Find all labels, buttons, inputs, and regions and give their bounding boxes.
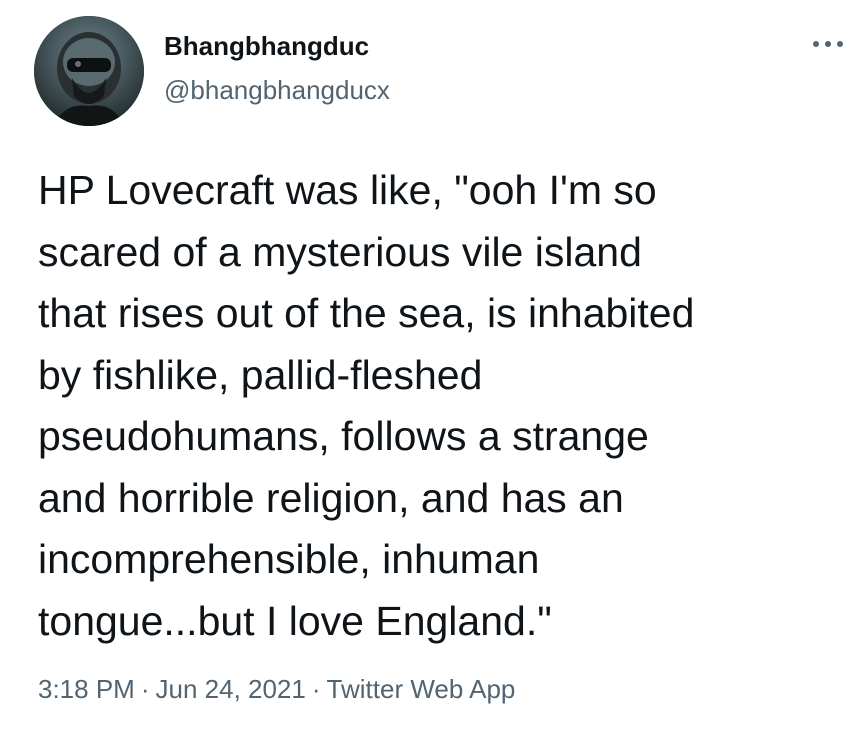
- author-handle[interactable]: @bhangbhangducx: [164, 74, 390, 106]
- tweet-text-line: incomprehensible, inhuman: [38, 536, 540, 582]
- tweet-text-line: that rises out of the sea, is inhabited: [38, 290, 695, 336]
- tweet-text-line: tongue...but I love England.": [38, 597, 552, 644]
- tweet-text-line: by fishlike, pallid-fleshed: [38, 351, 483, 398]
- tweet-card: Bhangbhangduc @bhangbhangducx HP Lovecra…: [0, 0, 864, 731]
- tweet-time[interactable]: 3:18 PM: [38, 674, 135, 704]
- meta-separator: ·: [140, 674, 150, 704]
- tweet-text-line: HP Lovecraft was like, "ooh I'm so: [38, 167, 657, 213]
- author-avatar[interactable]: [34, 16, 144, 126]
- more-options-icon[interactable]: [810, 34, 846, 54]
- tweet-text: HP Lovecraft was like, "ooh I'm so scare…: [38, 160, 848, 652]
- tweet-text-line: pseudohumans, follows a strange: [38, 413, 649, 459]
- tweet-text-line: scared of a mysterious vile island: [38, 228, 642, 275]
- author-display-name[interactable]: Bhangbhangduc: [164, 30, 369, 62]
- avatar-helmeted-pilot-icon: [34, 16, 144, 126]
- tweet-metadata: 3:18 PM · Jun 24, 2021 · Twitter Web App: [38, 672, 515, 706]
- tweet-date[interactable]: Jun 24, 2021: [156, 674, 306, 704]
- meta-separator: ·: [311, 674, 321, 704]
- tweet-text-line: and horrible religion, and has an: [38, 474, 624, 521]
- tweet-source[interactable]: Twitter Web App: [327, 674, 516, 704]
